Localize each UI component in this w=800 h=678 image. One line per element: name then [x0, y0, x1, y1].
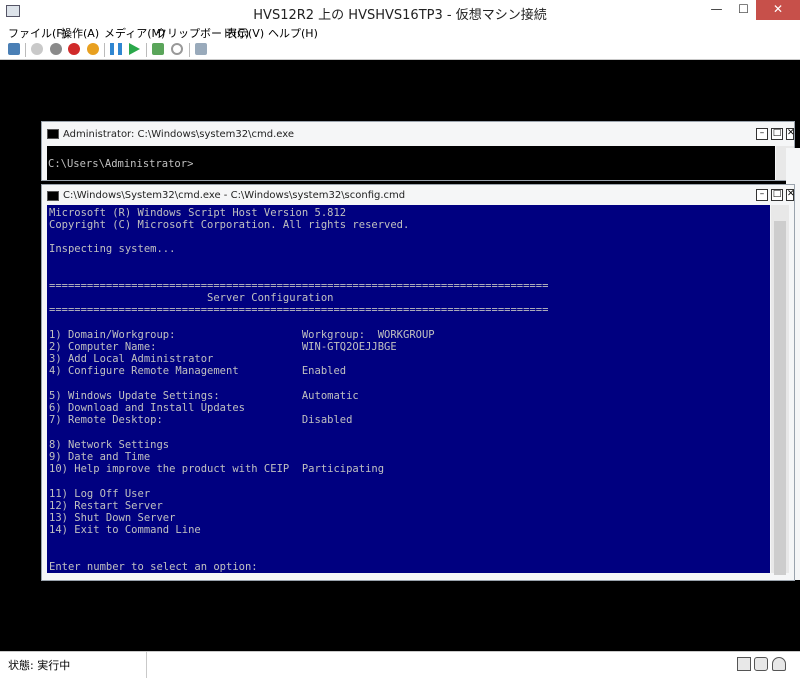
menu-bar: ファイル(F) 操作(A) メディア(M) クリップボード(C) 表示(V) ヘ…	[0, 24, 800, 40]
toolbar-separator	[146, 43, 147, 57]
cmd-maximize-button[interactable]: □	[771, 128, 783, 140]
option-computer-name: 2) Computer Name: WIN-GTQ2OEJJBGE	[49, 341, 397, 353]
option-exit-command-line: 14) Exit to Command Line	[49, 524, 201, 536]
option-log-off: 11) Log Off User	[49, 488, 151, 500]
option-remote-management: 4) Configure Remote Management Enabled	[49, 365, 347, 377]
sconfig-window[interactable]: C:\Windows\System32\cmd.exe - C:\Windows…	[41, 184, 795, 581]
close-button[interactable]: ✕	[756, 0, 800, 20]
revert-icon[interactable]	[171, 43, 183, 55]
mouse-icon	[772, 657, 786, 671]
menu-help[interactable]: ヘルプ(H)	[268, 25, 318, 41]
cmd-window-title: Administrator: C:\Windows\system32\cmd.e…	[63, 129, 295, 140]
sconfig-maximize-button[interactable]: □	[771, 189, 783, 201]
vm-status: 状態: 実行中	[8, 659, 71, 672]
console-line: Copyright (C) Microsoft Corporation. All…	[49, 219, 410, 231]
lock-icon	[754, 657, 768, 671]
menu-file[interactable]: ファイル(F)	[8, 25, 67, 41]
console-line: Microsoft (R) Windows Script Host Versio…	[49, 207, 347, 219]
toolbar	[0, 40, 800, 60]
console-line: Inspecting system...	[49, 243, 176, 255]
sconfig-close-button[interactable]: ✕	[786, 189, 795, 201]
option-restart: 12) Restart Server	[49, 500, 163, 512]
sconfig-minimize-button[interactable]: –	[756, 189, 768, 201]
input-prompt[interactable]: Enter number to select an option:	[49, 561, 258, 573]
toolbar-separator	[189, 43, 190, 57]
status-divider	[146, 652, 147, 678]
start-icon[interactable]	[31, 43, 43, 55]
separator-line: ========================================…	[49, 304, 549, 316]
menu-action[interactable]: 操作(A)	[61, 25, 99, 41]
sconfig-console[interactable]: Microsoft (R) Windows Script Host Versio…	[47, 205, 770, 573]
checkpoint-icon[interactable]	[152, 43, 164, 55]
window-title: HVS12R2 上の HVSHVS16TP3 - 仮想マシン接続	[253, 8, 547, 23]
turn-off-icon[interactable]	[50, 43, 62, 55]
resume-icon[interactable]	[129, 43, 140, 55]
save-icon[interactable]	[87, 43, 99, 55]
cmd-minimize-button[interactable]: –	[756, 128, 768, 140]
option-network-settings: 8) Network Settings	[49, 439, 170, 451]
toolbar-separator	[25, 43, 26, 57]
status-bar: 状態: 実行中	[0, 651, 800, 678]
minimize-button[interactable]: —	[703, 0, 730, 20]
option-download-updates: 6) Download and Install Updates	[49, 402, 245, 414]
cmd-icon	[47, 191, 59, 201]
option-windows-update: 5) Windows Update Settings: Automatic	[49, 390, 359, 402]
cmd-icon	[47, 129, 59, 139]
window-titlebar: HVS12R2 上の HVSHVS16TP3 - 仮想マシン接続 — ☐ ✕	[0, 0, 800, 24]
separator-line: ========================================…	[49, 280, 549, 292]
cmd-close-button[interactable]: ✕	[786, 128, 795, 140]
enhanced-session-icon[interactable]	[195, 43, 207, 55]
option-domain-workgroup: 1) Domain/Workgroup: Workgroup: WORKGROU…	[49, 329, 435, 341]
cmd-window-admin[interactable]: Administrator: C:\Windows\system32\cmd.e…	[41, 121, 795, 181]
maximize-button[interactable]: ☐	[730, 0, 757, 20]
option-date-time: 9) Date and Time	[49, 451, 151, 463]
ctrl-alt-del-icon[interactable]	[8, 43, 20, 55]
scrollbar-thumb[interactable]	[774, 221, 786, 575]
keyboard-icon	[737, 657, 751, 671]
pause-icon[interactable]	[110, 43, 122, 55]
command-prompt: C:\Users\Administrator>	[48, 158, 194, 170]
option-remote-desktop: 7) Remote Desktop: Disabled	[49, 414, 353, 426]
sconfig-window-title: C:\Windows\System32\cmd.exe - C:\Windows…	[63, 190, 406, 201]
sconfig-scrollbar[interactable]	[771, 205, 789, 575]
menu-heading: Server Configuration	[49, 292, 334, 304]
option-shut-down: 13) Shut Down Server	[49, 512, 176, 524]
cmd-terminal[interactable]: C:\Users\Administrator>	[47, 146, 775, 180]
toolbar-separator	[104, 43, 105, 57]
shutdown-icon[interactable]	[68, 43, 80, 55]
option-ceip: 10) Help improve the product with CEIP P…	[49, 463, 385, 475]
menu-view[interactable]: 表示(V)	[226, 25, 264, 41]
option-add-local-admin: 3) Add Local Administrator	[49, 353, 214, 365]
